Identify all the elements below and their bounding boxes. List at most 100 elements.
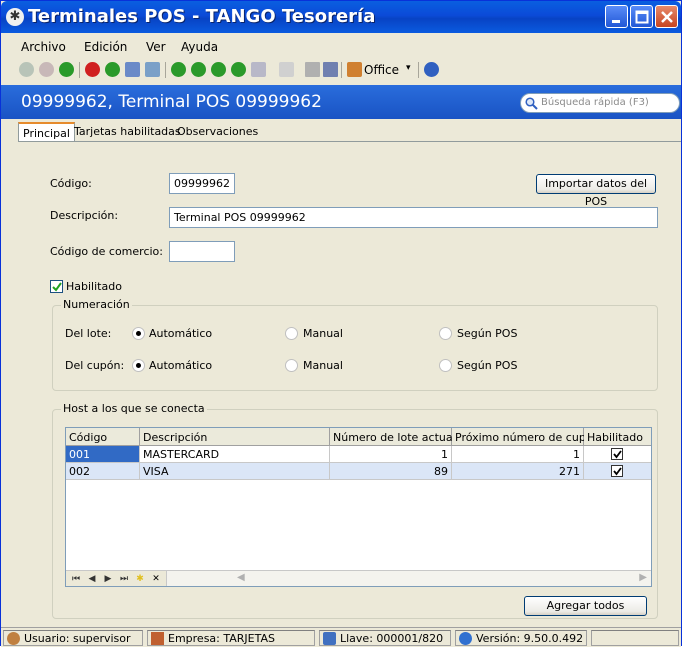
filter-icon[interactable] — [279, 62, 294, 77]
table-row[interactable]: 001 MASTERCARD 1 1 — [66, 446, 651, 463]
cell-cupon[interactable]: 271 — [452, 463, 584, 480]
columns-icon[interactable] — [305, 62, 320, 77]
status-version: Versión: 9.50.0.492 — [455, 630, 587, 646]
user-icon — [7, 632, 20, 645]
cell-habilitado[interactable] — [584, 463, 651, 480]
numeracion-legend: Numeración — [61, 298, 132, 311]
column-header-cupon[interactable]: Próximo número de cupón — [452, 428, 600, 446]
office-icon[interactable] — [347, 62, 362, 77]
scroll-left-icon[interactable]: ◀ — [237, 572, 245, 583]
next-record-icon[interactable] — [211, 62, 226, 77]
cell-descripcion[interactable]: MASTERCARD — [140, 446, 330, 463]
minimize-icon — [612, 20, 620, 23]
table-row[interactable]: 002 VISA 89 271 — [66, 463, 651, 480]
first-row-icon[interactable]: ⏮ — [70, 573, 82, 585]
delete-row-icon[interactable]: ✕ — [150, 573, 162, 585]
habilitado-label: Habilitado — [66, 280, 122, 293]
cancel-icon[interactable] — [39, 62, 54, 77]
close-icon — [661, 11, 673, 23]
last-row-icon[interactable]: ⏭ — [118, 573, 130, 585]
cupon-manual-radio[interactable] — [285, 359, 298, 372]
horizontal-scrollbar[interactable]: ◀ ▶ — [166, 571, 651, 586]
previous-row-icon[interactable]: ◀ — [86, 573, 98, 585]
menu-ver[interactable]: Ver — [146, 40, 166, 54]
cell-lote[interactable]: 89 — [330, 463, 452, 480]
cupon-segun-pos-radio[interactable] — [439, 359, 452, 372]
lote-manual-label: Manual — [303, 327, 343, 340]
check-icon — [613, 467, 622, 476]
next-row-icon[interactable]: ▶ — [102, 573, 114, 585]
minimize-button[interactable] — [605, 5, 628, 28]
column-header-lote[interactable]: Número de lote actual — [330, 428, 456, 446]
column-header-descripcion[interactable]: Descripción — [140, 428, 330, 446]
record-header: 09999962, Terminal POS 09999962 Búsqueda… — [1, 85, 681, 119]
cell-lote[interactable]: 1 — [330, 446, 452, 463]
tab-observaciones[interactable]: Observaciones — [173, 122, 262, 141]
search-placeholder: Búsqueda rápida (F3) — [541, 97, 649, 108]
cupon-automatico-radio[interactable] — [132, 359, 145, 372]
codigo-label: Código: — [50, 177, 92, 190]
scroll-right-icon[interactable]: ▶ — [639, 572, 647, 583]
hosts-legend: Host a los que se conecta — [61, 402, 207, 415]
status-key: Llave: 000001/820 — [319, 630, 451, 646]
status-version-text: Versión: 9.50.0.492 — [476, 632, 584, 645]
row-habilitado-checkbox[interactable] — [611, 448, 623, 460]
last-record-icon[interactable] — [231, 62, 246, 77]
lote-automatico-radio[interactable] — [132, 327, 145, 340]
menu-ayuda[interactable]: Ayuda — [181, 40, 218, 54]
up-icon[interactable] — [105, 62, 120, 77]
delete-icon[interactable] — [85, 62, 100, 77]
row-habilitado-checkbox[interactable] — [611, 465, 623, 477]
window-title: Terminales POS - TANGO Tesorería — [28, 6, 376, 27]
column-header-habilitado[interactable]: Habilitado — [584, 428, 651, 446]
cell-codigo[interactable]: 002 — [66, 463, 140, 480]
check-icon — [52, 282, 62, 292]
maximize-button[interactable] — [630, 5, 653, 28]
building-icon — [151, 632, 164, 645]
previous-record-icon[interactable] — [191, 62, 206, 77]
cupon-segun-pos-label: Según POS — [457, 359, 518, 372]
add-icon[interactable] — [59, 62, 74, 77]
binoculars-icon[interactable] — [251, 62, 266, 77]
status-company-text: Empresa: TARJETAS — [168, 632, 275, 645]
help-icon[interactable] — [424, 62, 439, 77]
check-icon — [613, 450, 622, 459]
menu-edicion[interactable]: Edición — [84, 40, 127, 54]
status-bar: Usuario: supervisor Empresa: TARJETAS Ll… — [1, 627, 681, 647]
accept-icon[interactable] — [19, 62, 34, 77]
cell-habilitado[interactable] — [584, 446, 651, 463]
info-icon — [459, 632, 472, 645]
chevron-down-icon[interactable]: ▾ — [406, 63, 411, 73]
lote-segun-pos-radio[interactable] — [439, 327, 452, 340]
descripcion-field[interactable]: Terminal POS 09999962 — [169, 207, 658, 228]
title-bar[interactable]: ✱ Terminales POS - TANGO Tesorería — [1, 1, 681, 33]
edit-icon[interactable] — [125, 62, 140, 77]
app-icon: ✱ — [6, 8, 24, 26]
tab-principal[interactable]: Principal — [18, 122, 75, 141]
import-pos-button[interactable]: Importar datos del POS — [536, 174, 656, 208]
close-button[interactable] — [655, 5, 678, 28]
cupon-automatico-label: Automático — [149, 359, 213, 372]
codigo-field[interactable]: 09999962 — [169, 173, 235, 194]
codigo-comercio-field[interactable] — [169, 241, 235, 262]
sort-icon[interactable] — [323, 62, 338, 77]
column-header-codigo[interactable]: Código — [66, 428, 140, 446]
status-user: Usuario: supervisor — [3, 630, 143, 646]
status-empty — [591, 630, 679, 646]
search-input[interactable]: Búsqueda rápida (F3) — [520, 93, 680, 113]
search-icon — [525, 97, 538, 110]
office-menu[interactable]: Office — [364, 63, 399, 77]
cell-descripcion[interactable]: VISA — [140, 463, 330, 480]
cell-cupon[interactable]: 1 — [452, 446, 584, 463]
grid-navigator: ⏮ ◀ ▶ ⏭ ✱ ✕ ◀ ▶ — [66, 570, 651, 586]
menu-archivo[interactable]: Archivo — [21, 40, 66, 54]
add-all-button[interactable]: Agregar todos — [524, 596, 647, 616]
tab-tarjetas-habilitadas[interactable]: Tarjetas habilitadas — [70, 122, 185, 141]
lote-manual-radio[interactable] — [285, 327, 298, 340]
cell-codigo[interactable]: 001 — [66, 446, 140, 463]
status-company: Empresa: TARJETAS — [147, 630, 315, 646]
habilitado-checkbox[interactable] — [50, 280, 63, 293]
first-record-icon[interactable] — [171, 62, 186, 77]
refresh-icon[interactable] — [145, 62, 160, 77]
new-row-icon[interactable]: ✱ — [134, 573, 146, 585]
